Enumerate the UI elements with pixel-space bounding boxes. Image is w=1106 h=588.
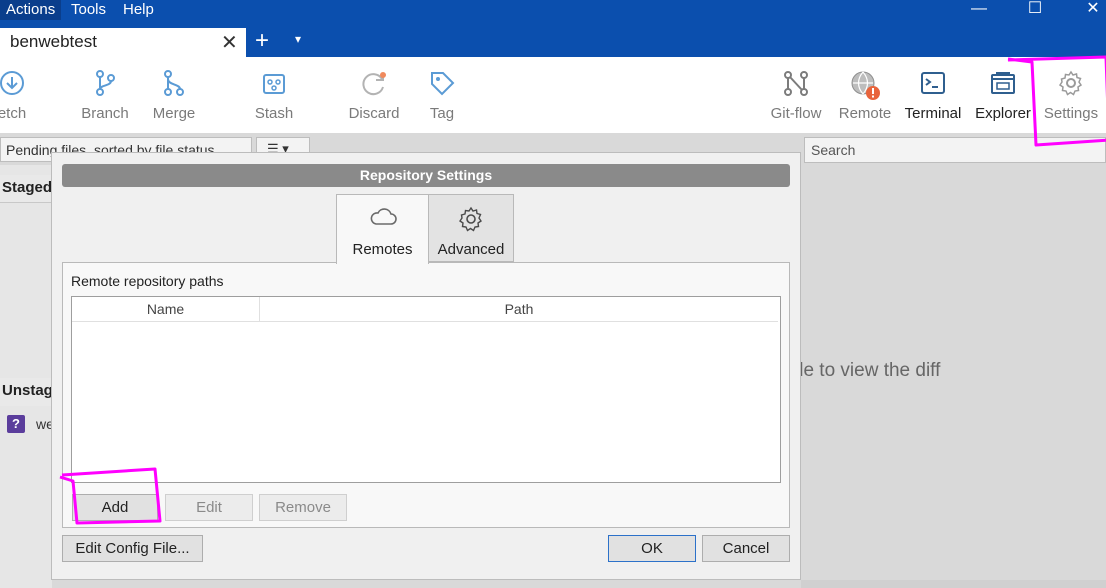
file-status-panel	[0, 165, 52, 588]
fetch-button[interactable]: etch	[0, 57, 36, 133]
remotes-table[interactable]	[71, 296, 781, 483]
tab-advanced-label: Advanced	[437, 241, 505, 258]
staged-header: Staged	[0, 175, 52, 203]
edit-config-file-button[interactable]: Edit Config File...	[62, 535, 203, 562]
remote-label: Remote	[838, 105, 892, 122]
tab-advanced[interactable]: Advanced	[428, 194, 514, 262]
column-header-name[interactable]: Name	[72, 297, 260, 322]
tab-dropdown-icon[interactable]: ▾	[295, 32, 301, 46]
fetch-label: etch	[0, 105, 27, 122]
menu-help[interactable]: Help	[117, 0, 160, 20]
cloud-icon	[337, 205, 428, 233]
explorer-button[interactable]: Explorer	[974, 57, 1032, 133]
merge-button[interactable]: Merge	[146, 57, 202, 133]
discard-label: Discard	[348, 105, 400, 122]
toolbar: etch Branch Merge Stash Discard Tag Git-…	[0, 57, 1106, 133]
minimize-button[interactable]: —	[956, 0, 1002, 20]
stash-button[interactable]: Stash	[246, 57, 302, 133]
repo-tab[interactable]: benwebtest ✕	[0, 28, 246, 57]
menu-actions[interactable]: Actions	[0, 0, 62, 20]
merge-label: Merge	[152, 105, 196, 122]
gitflow-icon	[764, 69, 828, 97]
remote-paths-label: Remote repository paths	[71, 273, 224, 289]
tag-label: Tag	[429, 105, 455, 122]
gitflow-button[interactable]: Git-flow	[764, 57, 828, 133]
gear-icon	[429, 205, 513, 233]
edit-remote-button[interactable]: Edit	[165, 494, 253, 521]
status-strip	[801, 580, 1106, 588]
dialog-title: Repository Settings	[62, 164, 790, 187]
discard-button[interactable]: Discard	[343, 57, 405, 133]
menu-tools[interactable]: Tools	[65, 0, 112, 20]
settings-label: Settings	[1043, 105, 1099, 122]
ok-button[interactable]: OK	[608, 535, 696, 562]
add-remote-button[interactable]: Add	[72, 494, 158, 521]
terminal-icon	[902, 69, 964, 97]
discard-icon	[343, 69, 405, 97]
column-header-path[interactable]: Path	[260, 297, 778, 322]
repo-tab-title: benwebtest	[10, 32, 97, 51]
branch-icon	[76, 69, 134, 97]
fetch-icon	[0, 69, 36, 97]
close-tab-icon[interactable]: ✕	[221, 30, 238, 55]
gear-icon	[1040, 69, 1102, 97]
maximize-button[interactable]: ☐	[1012, 0, 1058, 20]
new-tab-button[interactable]: +	[255, 27, 269, 55]
search-input[interactable]: Search	[804, 137, 1106, 163]
terminal-button[interactable]: Terminal	[902, 57, 964, 133]
close-window-button[interactable]: ✕	[1070, 0, 1106, 20]
merge-icon	[146, 69, 202, 97]
stash-label: Stash	[254, 105, 294, 122]
unstaged-header: Unstaged	[0, 378, 54, 406]
remove-remote-button[interactable]: Remove	[259, 494, 347, 521]
tag-button[interactable]: Tag	[420, 57, 464, 133]
gitflow-label: Git-flow	[770, 105, 822, 122]
explorer-label: Explorer	[975, 105, 1031, 122]
diff-hint-text: ile to view the diff	[795, 360, 941, 381]
terminal-label: Terminal	[904, 105, 962, 122]
remote-button[interactable]: Remote	[836, 57, 894, 133]
folder-icon	[974, 69, 1032, 97]
branch-label: Branch	[81, 105, 129, 122]
untracked-file-icon: ?	[7, 415, 25, 433]
tab-remotes-label: Remotes	[352, 241, 413, 258]
branch-button[interactable]: Branch	[76, 57, 134, 133]
tab-remotes[interactable]: Remotes	[336, 194, 429, 264]
remote-globe-icon	[836, 69, 894, 100]
cancel-button[interactable]: Cancel	[702, 535, 790, 562]
stash-icon	[246, 69, 302, 97]
settings-button[interactable]: Settings	[1040, 57, 1102, 133]
tag-icon	[420, 69, 464, 97]
